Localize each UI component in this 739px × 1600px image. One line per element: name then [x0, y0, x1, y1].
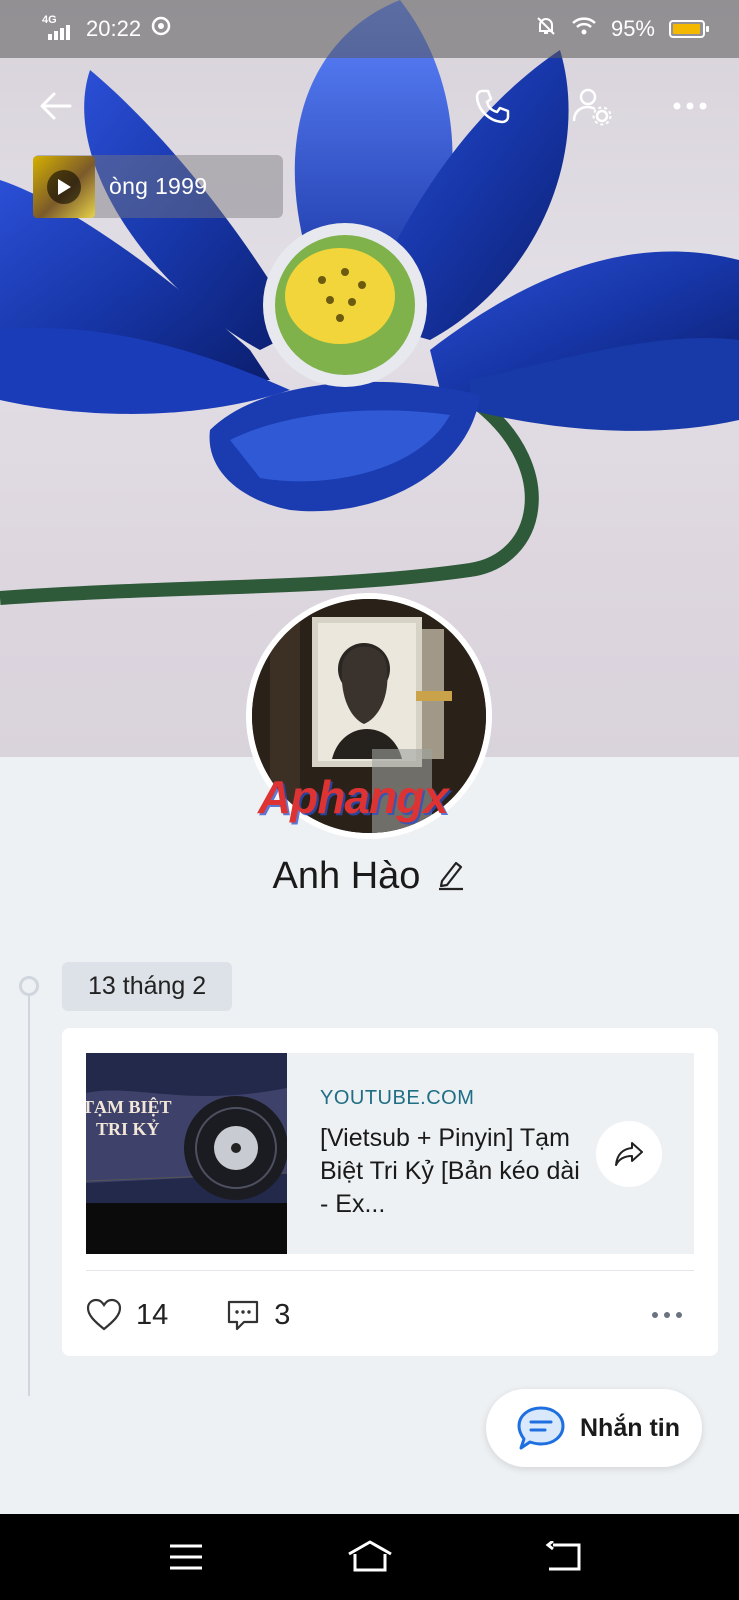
link-title: [Vietsub + Pinyin] Tạm Biệt Tri Kỷ [Bản … [320, 1124, 580, 1218]
like-button[interactable]: 14 [86, 1298, 168, 1332]
profile-name-row: Anh Hào [0, 855, 739, 898]
like-count: 14 [136, 1298, 169, 1331]
return-icon [545, 1541, 581, 1571]
recent-apps-button[interactable] [162, 1534, 210, 1580]
message-button[interactable]: Nhắn tin [486, 1389, 702, 1467]
phone-icon [475, 89, 510, 124]
post-card[interactable]: TẠM BIỆT TRI KỶ YOUTUBE.COM [Vietsub + P… [62, 1028, 718, 1356]
timeline-dot [19, 976, 39, 996]
watermark-logo: Aphangx [258, 771, 449, 823]
timeline-date: 13 tháng 2 [62, 962, 233, 1011]
pencil-icon[interactable] [436, 857, 466, 896]
comment-count: 3 [274, 1298, 291, 1331]
card-divider [86, 1270, 694, 1271]
menu-icon [170, 1544, 202, 1570]
more-horizontal-icon [673, 102, 707, 110]
share-button[interactable] [596, 1121, 662, 1187]
profile-settings-button[interactable] [568, 82, 616, 130]
thumb-title: TẠM BIỆT [86, 1096, 172, 1117]
call-button[interactable] [468, 82, 516, 130]
system-navigation-bar [0, 1514, 739, 1600]
wifi-icon [571, 15, 597, 43]
comment-icon [228, 1300, 259, 1331]
clock: 20:22 [86, 16, 142, 41]
status-bar: 4G 20:22 95% [0, 0, 739, 58]
arrow-left-icon [40, 92, 72, 120]
timeline-line [28, 986, 30, 1396]
home-icon [348, 1540, 392, 1572]
chat-bubble-icon [517, 1406, 565, 1450]
cellular-signal-icon: 4G [42, 14, 76, 42]
chrome-icon [151, 16, 171, 42]
share-arrow-icon [615, 1142, 643, 1166]
link-domain: YOUTUBE.COM [320, 1087, 475, 1109]
svg-text:TRI KỶ: TRI KỶ [96, 1119, 160, 1139]
profile-name: Anh Hào [272, 855, 421, 897]
link-thumbnail: TẠM BIỆT TRI KỶ [86, 1053, 287, 1254]
post-actions: 14 3 [86, 1290, 694, 1340]
play-icon[interactable] [47, 169, 81, 204]
more-button[interactable] [666, 82, 714, 130]
battery-percent: 95% [610, 16, 655, 41]
battery-icon [669, 20, 709, 38]
post-more-button[interactable] [652, 1312, 682, 1318]
comment-button[interactable]: 3 [226, 1298, 290, 1332]
back-button[interactable] [32, 82, 80, 130]
message-button-label: Nhắn tin [580, 1413, 680, 1442]
back-nav-button[interactable] [540, 1534, 588, 1580]
music-thumbnail [33, 155, 95, 218]
link-preview[interactable]: TẠM BIỆT TRI KỶ YOUTUBE.COM [Vietsub + P… [86, 1053, 694, 1254]
notifications-off-icon [535, 15, 557, 43]
home-button[interactable] [346, 1534, 394, 1580]
more-horizontal-icon [652, 1312, 658, 1318]
user-settings-icon [572, 88, 612, 126]
profile-top-bar [0, 70, 739, 140]
music-title: òng 1999 [109, 173, 208, 199]
heart-icon [86, 1298, 122, 1331]
profile-music-pill[interactable]: òng 1999 [33, 155, 283, 218]
